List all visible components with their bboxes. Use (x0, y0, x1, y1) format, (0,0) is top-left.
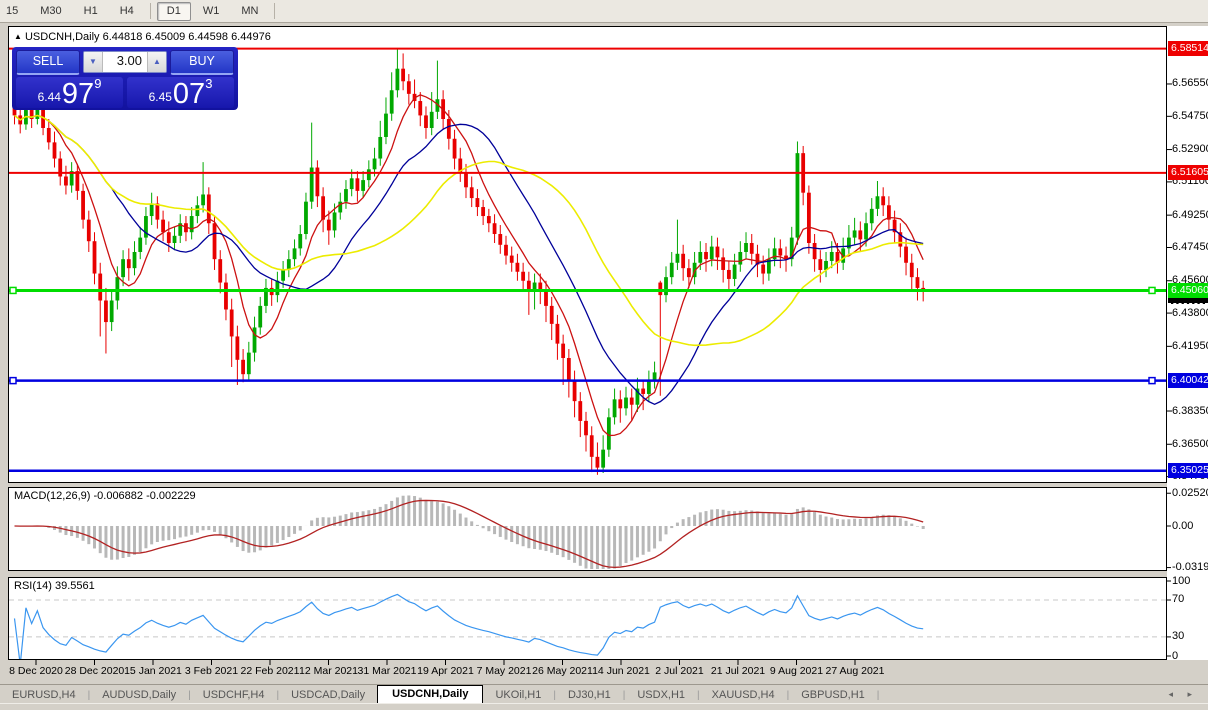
date-tick-label: 22 Feb 2021 (241, 665, 300, 677)
date-tick-label: 7 May 2021 (477, 665, 532, 677)
macd-label: MACD(12,26,9) -0.006882 -0.002229 (14, 490, 196, 502)
level-price-badge: 6.40042 (1168, 373, 1208, 388)
volume-decrease-icon[interactable]: ▼ (84, 52, 103, 72)
rsi-current-value: 39.5561 (55, 580, 95, 592)
buy-button[interactable]: BUY (170, 50, 234, 75)
chart-tab-UKOil-H1[interactable]: UKOil,H1 (483, 687, 553, 704)
sell-price-display[interactable]: 6.44 97 9 (16, 77, 123, 108)
chart-tab-AUDUSD-Daily[interactable]: AUDUSD,Daily (90, 687, 188, 704)
collapse-triangle-icon[interactable]: ▲ (14, 32, 22, 41)
tab-scroll-arrows[interactable]: ◂ ▸ (1168, 689, 1198, 704)
rsi-name: RSI(14) (14, 580, 52, 592)
rsi-tick-label: 70 (1172, 593, 1184, 605)
date-tick-label: 8 Dec 2020 (9, 665, 63, 677)
date-tick-label: 12 Mar 2021 (299, 665, 358, 677)
price-tick-label: 6.36500 (1172, 438, 1208, 450)
price-tick-label: 6.49250 (1172, 209, 1208, 221)
date-tick-label: 27 Aug 2021 (826, 665, 885, 677)
price-tick-label: 6.38350 (1172, 405, 1208, 417)
chart-tab-USDX-H1[interactable]: USDX,H1 (625, 687, 697, 704)
date-tick-label: 28 Dec 2020 (65, 665, 125, 677)
price-tick-label: 6.56550 (1172, 77, 1208, 89)
sell-price-prefix: 6.44 (38, 88, 61, 107)
chart-tab-bar: EURUSD,H4|AUDUSD,Daily|USDCHF,H4|USDCAD,… (0, 684, 1208, 704)
sell-price-pip-digit: 9 (94, 78, 101, 90)
price-tick-label: 6.41950 (1172, 340, 1208, 352)
date-tick-label: 21 Jul 2021 (711, 665, 765, 677)
one-click-trading-panel: SELL ▼ 3.00 ▲ BUY 6.44 97 9 6.45 07 3 (12, 47, 238, 110)
date-tick-label: 9 Aug 2021 (770, 665, 823, 677)
buy-price-pip-digit: 3 (205, 78, 212, 90)
tab-separator: | (877, 690, 880, 704)
buy-price-big-digits: 07 (173, 81, 205, 107)
macd-tick-label: 0.025209 (1172, 487, 1208, 499)
date-tick-label: 19 Apr 2021 (417, 665, 474, 677)
sell-button[interactable]: SELL (16, 50, 80, 75)
level-price-badge: 6.51605 (1168, 165, 1208, 180)
date-tick-label: 14 Jun 2021 (592, 665, 650, 677)
price-tick-label: 6.54750 (1172, 110, 1208, 122)
date-tick-label: 31 Mar 2021 (358, 665, 417, 677)
buy-price-display[interactable]: 6.45 07 3 (127, 77, 234, 108)
macd-tick-label: -0.03198 (1172, 561, 1208, 573)
chart-tab-USDCNH-Daily[interactable]: USDCNH,Daily (377, 685, 483, 704)
chart-tab-EURUSD-H4[interactable]: EURUSD,H4 (0, 687, 88, 704)
chart-tab-GBPUSD-H1[interactable]: GBPUSD,H1 (789, 687, 877, 704)
level-price-badge: 6.45060 (1168, 283, 1208, 298)
date-tick-label: 3 Feb 2021 (185, 665, 238, 677)
macd-current-values: -0.006882 -0.002229 (93, 490, 195, 502)
chart-tab-USDCAD-Daily[interactable]: USDCAD,Daily (279, 687, 377, 704)
volume-input[interactable]: 3.00 (103, 52, 147, 72)
chart-tab-DJ30-H1[interactable]: DJ30,H1 (556, 687, 623, 704)
ohlc-quote-values: 6.44818 6.45009 6.44598 6.44976 (103, 31, 271, 43)
rsi-tick-label: 30 (1172, 630, 1184, 642)
date-tick-label: 15 Jan 2021 (124, 665, 182, 677)
volume-spinner: ▼ 3.00 ▲ (83, 51, 167, 73)
date-tick-label: 26 May 2021 (532, 665, 593, 677)
price-tick-label: 6.47450 (1172, 241, 1208, 253)
level-price-badge: 6.35025 (1168, 463, 1208, 478)
chart-title: ▲ USDCNH,Daily 6.44818 6.45009 6.44598 6… (14, 31, 271, 43)
rsi-tick-label: 100 (1172, 575, 1190, 587)
macd-tick-label: 0.00 (1172, 520, 1193, 532)
date-tick-label: 2 Jul 2021 (655, 665, 703, 677)
buy-price-prefix: 6.45 (149, 88, 172, 107)
price-tick-label: 6.43800 (1172, 307, 1208, 319)
symbol-timeframe-label: USDCNH,Daily (25, 31, 100, 43)
rsi-label: RSI(14) 39.5561 (14, 580, 95, 592)
macd-name: MACD(12,26,9) (14, 490, 90, 502)
chart-tab-XAUUSD-H4[interactable]: XAUUSD,H4 (700, 687, 787, 704)
level-price-badge: 6.58514 (1168, 41, 1208, 56)
sell-price-big-digits: 97 (62, 81, 94, 107)
price-tick-label: 6.52900 (1172, 143, 1208, 155)
volume-increase-icon[interactable]: ▲ (147, 52, 166, 72)
rsi-tick-label: 0 (1172, 650, 1178, 662)
chart-tab-USDCHF-H4[interactable]: USDCHF,H4 (191, 687, 277, 704)
